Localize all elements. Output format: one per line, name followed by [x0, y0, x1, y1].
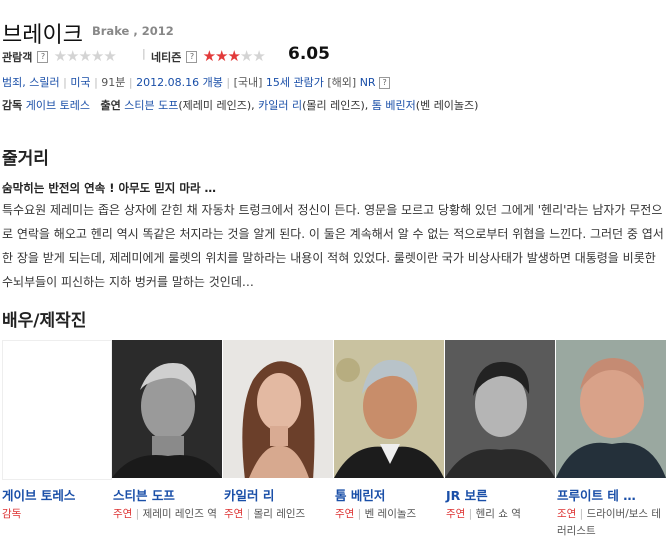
movie-title: 브레이크: [2, 23, 83, 48]
person-role: 주연 | 헨리 쇼 역: [446, 508, 521, 520]
person-name-link[interactable]: JR 보른: [446, 485, 488, 504]
audience-help-icon[interactable]: ?: [37, 50, 49, 63]
person-photo[interactable]: [223, 340, 333, 478]
person-photo[interactable]: [112, 340, 222, 478]
part-label: 주연: [446, 508, 466, 520]
cast-label: 출연: [100, 99, 121, 112]
netizen-rating-label: 네티즌: [151, 51, 182, 64]
netizen-help-icon[interactable]: ?: [186, 50, 198, 63]
rating-kr-label: [국내]: [233, 76, 263, 89]
credits-row: 감독 게이브 토레스 출연 스티븐 도프(제레미 레인즈), 카일러 리(몰리 …: [2, 97, 478, 113]
person-role: 주연 | 벤 레이놀즈: [335, 508, 417, 520]
rating-int-link[interactable]: NR: [360, 76, 376, 89]
character-name: 제레미 레인즈 역: [142, 508, 217, 520]
person-role: 감독: [2, 506, 110, 523]
synopsis-tagline: 숨막히는 반전의 연속 ! 아무도 믿지 마라 …: [2, 181, 217, 195]
person-name-link[interactable]: 게이브 토레스: [2, 485, 75, 504]
part-label: 조연: [557, 508, 577, 520]
rating-int-label: [해외]: [327, 76, 357, 89]
person-photo[interactable]: [556, 340, 666, 478]
part-label: 주연: [335, 508, 355, 520]
part-label: 주연: [224, 508, 244, 520]
netizen-rating: 네티즌 ? ★★★★★: [151, 46, 266, 65]
rating-kr-link[interactable]: 15세 관람가: [266, 76, 324, 89]
cast-role: (벤 레이놀즈): [415, 99, 479, 112]
part-label: 감독: [2, 508, 22, 520]
audience-rating-label: 관람객: [2, 51, 33, 64]
cast-role: (몰리 레인즈),: [302, 99, 369, 112]
audience-stars: ★★★★★: [53, 47, 117, 65]
country-link[interactable]: 미국: [70, 76, 90, 89]
person-photo-placeholder[interactable]: [2, 340, 112, 480]
cast-link[interactable]: 톰 베린저: [372, 99, 416, 112]
person-role: 조연 | 드라이버/보스 테러리스트: [557, 508, 662, 537]
director-link[interactable]: 게이브 토레스: [26, 99, 90, 112]
netizen-stars: ★★★★★: [202, 47, 266, 65]
person-photo[interactable]: [334, 340, 444, 478]
person-name-link[interactable]: 스티븐 도프: [113, 485, 175, 504]
character-name: 몰리 레인즈: [253, 508, 306, 520]
release-date-link[interactable]: 2012.08.16 개봉: [136, 76, 223, 89]
person-name-link[interactable]: 카일러 리: [224, 485, 274, 504]
netizen-score: 6.05: [288, 44, 330, 64]
person-role: 주연 | 제레미 레인즈 역: [113, 508, 217, 520]
cast-role: (제레미 레인즈),: [178, 99, 255, 112]
divider: |: [128, 76, 133, 89]
synopsis-body: 특수요원 제레미는 좁은 상자에 갇힌 채 자동차 트렁크에서 정신이 든다. …: [2, 203, 664, 289]
audience-rating: 관람객 ? ★★★★★: [2, 46, 117, 65]
divider: |: [142, 47, 146, 60]
person-name-link[interactable]: 프루이트 테 …: [557, 485, 636, 504]
synopsis-heading: 줄거리: [2, 149, 49, 169]
cast-link[interactable]: 카일러 리: [258, 99, 302, 112]
divider: |: [63, 76, 67, 89]
director-label: 감독: [2, 99, 23, 112]
character-name: 헨리 쇼 역: [475, 508, 521, 520]
movie-info-row: 범죄, 스릴러 | 미국 | 91분 | 2012.08.16 개봉 | [국내…: [2, 74, 391, 90]
person-name-link[interactable]: 톰 베린저: [335, 485, 385, 504]
grade-help-icon[interactable]: ?: [379, 77, 391, 89]
divider: |: [94, 76, 98, 89]
movie-title-english: Brake , 2012: [92, 24, 174, 38]
cast-section-heading: 배우/제작진: [2, 311, 87, 331]
person-role: 주연 | 몰리 레인즈: [224, 508, 306, 520]
star-icon: ★★★: [202, 47, 241, 65]
part-label: 주연: [113, 508, 133, 520]
star-icon: ★★: [239, 47, 266, 65]
character-name: 벤 레이놀즈: [364, 508, 417, 520]
cast-link[interactable]: 스티븐 도프: [124, 99, 178, 112]
divider: |: [226, 76, 231, 89]
person-photo[interactable]: [445, 340, 555, 478]
runtime: 91분: [101, 76, 126, 89]
genre-link[interactable]: 범죄, 스릴러: [2, 76, 60, 89]
star-icon: ★★★★★: [53, 47, 117, 65]
